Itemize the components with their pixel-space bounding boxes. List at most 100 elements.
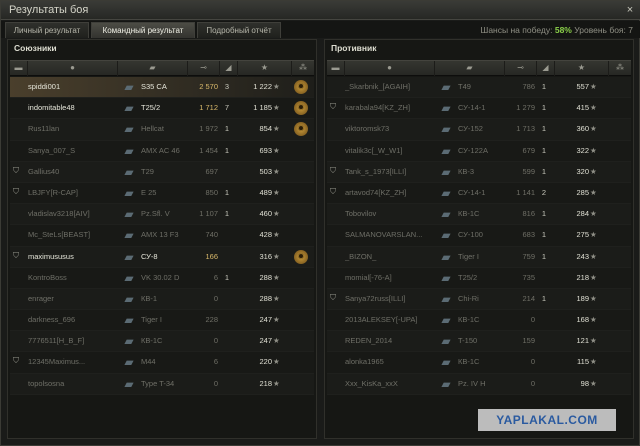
- exp-column-icon[interactable]: ★: [555, 61, 609, 76]
- player-name[interactable]: _Skarbnik_[AGAIH]: [345, 82, 435, 91]
- player-row[interactable]: Tobovilov ▰ КВ-1С 816 1 284 ★: [327, 204, 631, 226]
- player-name[interactable]: Tobovilov: [345, 209, 435, 218]
- player-name[interactable]: SALMANOVARSLAN...: [345, 230, 435, 239]
- player-row[interactable]: 2013ALEKSEY[-UPA] ▰ КВ-1С 0 168 ★: [327, 310, 631, 332]
- player-column-icon[interactable]: ●: [345, 61, 435, 76]
- exp-value: 284: [576, 209, 589, 219]
- player-row[interactable]: 7776511[H_B_F] ▰ КВ-1С 0 247 ★: [10, 331, 314, 353]
- player-name[interactable]: artavod74[KZ_ZH]: [345, 188, 435, 197]
- player-row[interactable]: ⛉ artavod74[KZ_ZH] ▰ СУ-14-1 1 141 2 285 ★: [327, 182, 631, 205]
- player-name[interactable]: LBJFY[R-CAP]: [28, 188, 118, 197]
- player-row[interactable]: ⛉ maximususus ▰ СУ-8 166 316 ★ ✹: [10, 246, 314, 268]
- player-row[interactable]: Xxx_KisKa_xxX ▰ Pz. IV H 0 98 ★: [327, 373, 631, 395]
- medal-icon[interactable]: ✹: [294, 101, 308, 116]
- player-row[interactable]: topolsosna ▰ Type T-34 0 218 ★: [10, 373, 314, 395]
- player-name[interactable]: karabala94[KZ_ZH]: [345, 103, 435, 112]
- player-name[interactable]: Sanya_007_S: [28, 146, 118, 155]
- exp-column-icon[interactable]: ★: [238, 61, 292, 76]
- squad-column-icon[interactable]: ▬: [327, 61, 345, 76]
- kills-value: 1: [224, 145, 230, 155]
- squad-badge-icon: [328, 335, 338, 347]
- squad-badge-icon: ⛉: [330, 165, 336, 175]
- vehicle-column-icon[interactable]: ▰: [118, 61, 188, 76]
- player-row[interactable]: vladislav3218[AIV] ▰ Pz.Sfl. V 1 107 1 460 ★: [10, 204, 314, 226]
- player-name[interactable]: KontroBoss: [28, 273, 118, 282]
- player-name[interactable]: _BIZON_: [345, 252, 435, 261]
- star-icon: ★: [273, 272, 280, 282]
- player-name[interactable]: 2013ALEKSEY[-UPA]: [345, 315, 435, 324]
- player-row[interactable]: _BIZON_ ▰ Tiger I 759 1 243 ★: [327, 246, 631, 268]
- player-row[interactable]: spiddi001 ▰ S35 CA 2 570 3 1 222 ★ ✹: [10, 77, 314, 99]
- player-row[interactable]: enrager ▰ КВ-1 0 288 ★: [10, 288, 314, 311]
- player-row[interactable]: ⛉ Sanya72russ[ILLI] ▰ Chi-Ri 214 1 189 ★: [327, 288, 631, 311]
- player-row[interactable]: viktoromsk73 ▰ СУ-152 1 713 1 360 ★: [327, 119, 631, 141]
- player-row[interactable]: ⛉ LBJFY[R-CAP] ▰ E 25 850 1 489 ★: [10, 182, 314, 205]
- medal-icon[interactable]: ✹: [294, 80, 308, 94]
- damage-value: 1 972: [199, 124, 218, 134]
- exp-value: 121: [576, 336, 589, 346]
- player-name[interactable]: momial[-76-A]: [345, 273, 435, 282]
- player-name[interactable]: spiddi001: [28, 82, 118, 91]
- player-name[interactable]: maximususus: [28, 252, 118, 261]
- star-icon: ★: [590, 103, 597, 113]
- player-name[interactable]: topolsosna: [28, 379, 118, 388]
- tank-icon: ▰: [124, 143, 134, 158]
- tab-detailed-report[interactable]: Подробный отчёт: [197, 22, 281, 38]
- star-icon: ★: [590, 251, 597, 261]
- kills-value: 1: [541, 293, 547, 303]
- player-row[interactable]: darkness_696 ▰ Tiger I 228 247 ★: [10, 310, 314, 332]
- player-name[interactable]: alonka1965: [345, 357, 435, 366]
- tank-icon: ▰: [124, 334, 134, 349]
- star-icon: ★: [273, 145, 280, 155]
- squad-badge-icon: [11, 145, 21, 157]
- tank-icon: ▰: [441, 122, 451, 137]
- player-row[interactable]: ⛉ Tank_s_1973[ILLI] ▰ КВ-3 599 1 320 ★: [327, 161, 631, 183]
- vehicle-column-icon[interactable]: ▰: [435, 61, 505, 76]
- kills-value: 1: [541, 82, 547, 91]
- kills-column-icon[interactable]: ◢: [220, 61, 238, 76]
- kills-column-icon[interactable]: ◢: [537, 61, 555, 76]
- tab-team-result[interactable]: Командный результат: [91, 22, 195, 38]
- player-row[interactable]: indomitable48 ▰ T25/2 1 712 7 1 185 ★ ✹: [10, 98, 314, 120]
- tank-icon: ▰: [441, 143, 451, 158]
- player-name[interactable]: vladislav3218[AIV]: [28, 209, 118, 218]
- player-name[interactable]: Gallius40: [28, 167, 118, 176]
- player-name[interactable]: 7776511[H_B_F]: [28, 336, 118, 345]
- player-row[interactable]: REDEN_2014 ▰ T-150 159 121 ★: [327, 331, 631, 353]
- player-row[interactable]: Mc_SteLs[BEAST] ▰ AMX 13 F3 740 428 ★: [10, 225, 314, 247]
- squad-column-icon[interactable]: ▬: [10, 61, 28, 76]
- player-row[interactable]: momial[-76-A] ▰ T25/2 735 218 ★: [327, 267, 631, 289]
- player-row[interactable]: vitalik3c[_W_W1] ▰ СУ-122А 679 1 322 ★: [327, 140, 631, 162]
- player-row[interactable]: ⛉ karabala94[KZ_ZH] ▰ СУ-14-1 1 279 1 415 ★: [327, 98, 631, 120]
- kills-value: 1: [224, 124, 230, 134]
- player-row[interactable]: ⛉ Gallius40 ▰ T29 697 503 ★: [10, 161, 314, 183]
- damage-column-icon[interactable]: ⊸: [505, 61, 537, 76]
- player-name[interactable]: indomitable48: [28, 103, 118, 112]
- player-row[interactable]: KontroBoss ▰ VK 30.02 D 6 1 288 ★: [10, 267, 314, 289]
- player-name[interactable]: Sanya72russ[ILLI]: [345, 294, 435, 303]
- player-row[interactable]: ⛉ 12345Maximus... ▰ M44 6 220 ★: [10, 352, 314, 374]
- medal-icon[interactable]: ✹: [294, 122, 308, 137]
- medal-icon[interactable]: ✹: [294, 249, 308, 264]
- player-name[interactable]: REDEN_2014: [345, 336, 435, 345]
- damage-column-icon[interactable]: ⊸: [188, 61, 220, 76]
- player-name[interactable]: vitalik3c[_W_W1]: [345, 146, 435, 155]
- player-name[interactable]: Mc_SteLs[BEAST]: [28, 230, 118, 239]
- player-name[interactable]: viktoromsk73: [345, 124, 435, 133]
- player-row[interactable]: SALMANOVARSLAN... ▰ СУ-100 683 1 275 ★: [327, 225, 631, 247]
- player-row[interactable]: _Skarbnik_[AGAIH] ▰ T49 786 1 557 ★: [327, 77, 631, 99]
- player-row[interactable]: alonka1965 ▰ КВ-1С 0 115 ★: [327, 352, 631, 374]
- player-name[interactable]: Xxx_KisKa_xxX: [345, 379, 435, 388]
- tab-personal-result[interactable]: Личный результат: [5, 22, 89, 38]
- medal-column-icon[interactable]: ⁂: [609, 61, 631, 76]
- player-name[interactable]: darkness_696: [28, 315, 118, 324]
- player-name[interactable]: 12345Maximus...: [28, 357, 118, 366]
- player-row[interactable]: Sanya_007_S ▰ AMX AC 46 1 454 1 693 ★: [10, 140, 314, 162]
- close-icon[interactable]: ×: [623, 4, 637, 16]
- player-row[interactable]: Rus11lan ▰ Hellcat 1 972 1 854 ★ ✹: [10, 119, 314, 141]
- medal-column-icon[interactable]: ⁂: [292, 61, 314, 76]
- player-name[interactable]: Rus11lan: [28, 124, 118, 133]
- player-name[interactable]: enrager: [28, 294, 118, 303]
- player-column-icon[interactable]: ●: [28, 61, 118, 76]
- player-name[interactable]: Tank_s_1973[ILLI]: [345, 167, 435, 176]
